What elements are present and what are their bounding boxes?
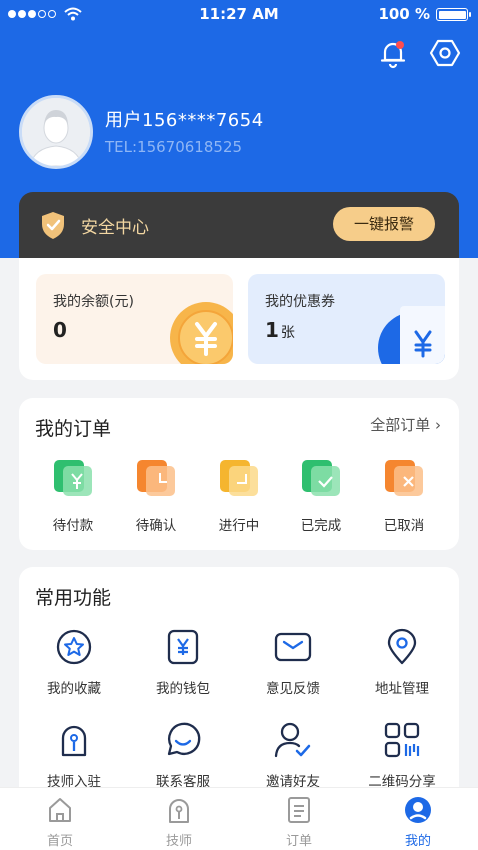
qrcode-icon bbox=[384, 722, 420, 758]
order-status-cancelled[interactable]: 已取消 bbox=[374, 458, 434, 534]
wallet-card: 我的余额(元) 0 我的优惠券 1张 bbox=[19, 258, 459, 380]
func-address[interactable]: 地址管理 bbox=[354, 627, 450, 697]
clock-icon bbox=[137, 460, 175, 496]
avatar-person-icon bbox=[22, 98, 90, 166]
tab-technician[interactable]: 技师 bbox=[139, 796, 219, 849]
notification-bell-icon[interactable] bbox=[377, 38, 409, 70]
all-orders-link[interactable]: 全部订单 › bbox=[370, 414, 441, 435]
func-invite-friends[interactable]: 邀请好友 bbox=[245, 720, 341, 790]
avatar[interactable] bbox=[19, 95, 93, 169]
functions-card: 常用功能 我的收藏 我的钱包 意见反馈 地址管理 技师入驻 联系客服 邀请好友 … bbox=[19, 567, 459, 807]
battery-icon bbox=[436, 8, 471, 21]
feedback-icon bbox=[274, 632, 312, 662]
location-icon bbox=[387, 628, 417, 665]
star-icon bbox=[56, 629, 92, 665]
cancel-icon bbox=[385, 460, 423, 496]
coupon-title: 我的优惠券 bbox=[265, 294, 335, 310]
username: 用户156****7654 bbox=[105, 110, 264, 131]
safety-center-bar[interactable]: 安全中心 一键报警 bbox=[19, 192, 459, 259]
settings-icon[interactable] bbox=[429, 37, 461, 69]
technician-icon bbox=[169, 799, 189, 823]
status-bar: 11:27 AM 100 % bbox=[0, 0, 478, 30]
func-customer-service[interactable]: 联系客服 bbox=[135, 720, 231, 790]
yen-icon bbox=[54, 460, 92, 496]
progress-icon bbox=[220, 460, 258, 496]
coupon-value: 1张 bbox=[265, 318, 295, 342]
order-status-in-progress[interactable]: 进行中 bbox=[209, 458, 269, 534]
chevron-right-icon: › bbox=[435, 416, 441, 434]
func-technician-join[interactable]: 技师入驻 bbox=[26, 720, 122, 790]
safety-center-label: 安全中心 bbox=[81, 218, 149, 238]
order-status-pending-confirm[interactable]: 待确认 bbox=[126, 458, 186, 534]
bottom-tab-bar: 首页 技师 订单 我的 bbox=[0, 787, 478, 850]
orders-icon bbox=[288, 797, 310, 823]
balance-value: 0 bbox=[53, 318, 67, 342]
orders-card: 我的订单 全部订单 › 待付款 待确认 进行中 已完成 已取消 bbox=[19, 398, 459, 550]
order-status-completed[interactable]: 已完成 bbox=[291, 458, 351, 534]
check-icon bbox=[302, 460, 340, 496]
functions-title: 常用功能 bbox=[35, 587, 112, 609]
wallet-icon bbox=[167, 629, 199, 665]
func-feedback[interactable]: 意见反馈 bbox=[245, 627, 341, 697]
battery-percent: 100 % bbox=[378, 5, 430, 23]
emergency-alarm-button[interactable]: 一键报警 bbox=[333, 207, 435, 241]
tab-home[interactable]: 首页 bbox=[20, 796, 100, 849]
func-qrcode-share[interactable]: 二维码分享 bbox=[354, 720, 450, 790]
technician-icon bbox=[61, 725, 87, 757]
balance-title: 我的余额(元) bbox=[53, 294, 134, 310]
tab-orders[interactable]: 订单 bbox=[259, 796, 339, 849]
coupon-ticket-icon bbox=[378, 306, 445, 364]
order-status-pending-payment[interactable]: 待付款 bbox=[43, 458, 103, 534]
balance-box[interactable]: 我的余额(元) 0 bbox=[36, 274, 233, 364]
profile-icon bbox=[405, 797, 431, 823]
invite-icon bbox=[274, 722, 311, 758]
shield-check-icon bbox=[42, 212, 64, 239]
tab-profile[interactable]: 我的 bbox=[378, 796, 458, 849]
func-favorites[interactable]: 我的收藏 bbox=[26, 627, 122, 697]
home-icon bbox=[49, 798, 71, 822]
func-wallet[interactable]: 我的钱包 bbox=[135, 627, 231, 697]
coupon-box[interactable]: 我的优惠券 1张 bbox=[248, 274, 445, 364]
user-tel: TEL:15670618525 bbox=[105, 138, 243, 156]
service-icon bbox=[167, 722, 201, 756]
coin-yen-icon bbox=[170, 302, 233, 364]
orders-title: 我的订单 bbox=[35, 418, 112, 440]
